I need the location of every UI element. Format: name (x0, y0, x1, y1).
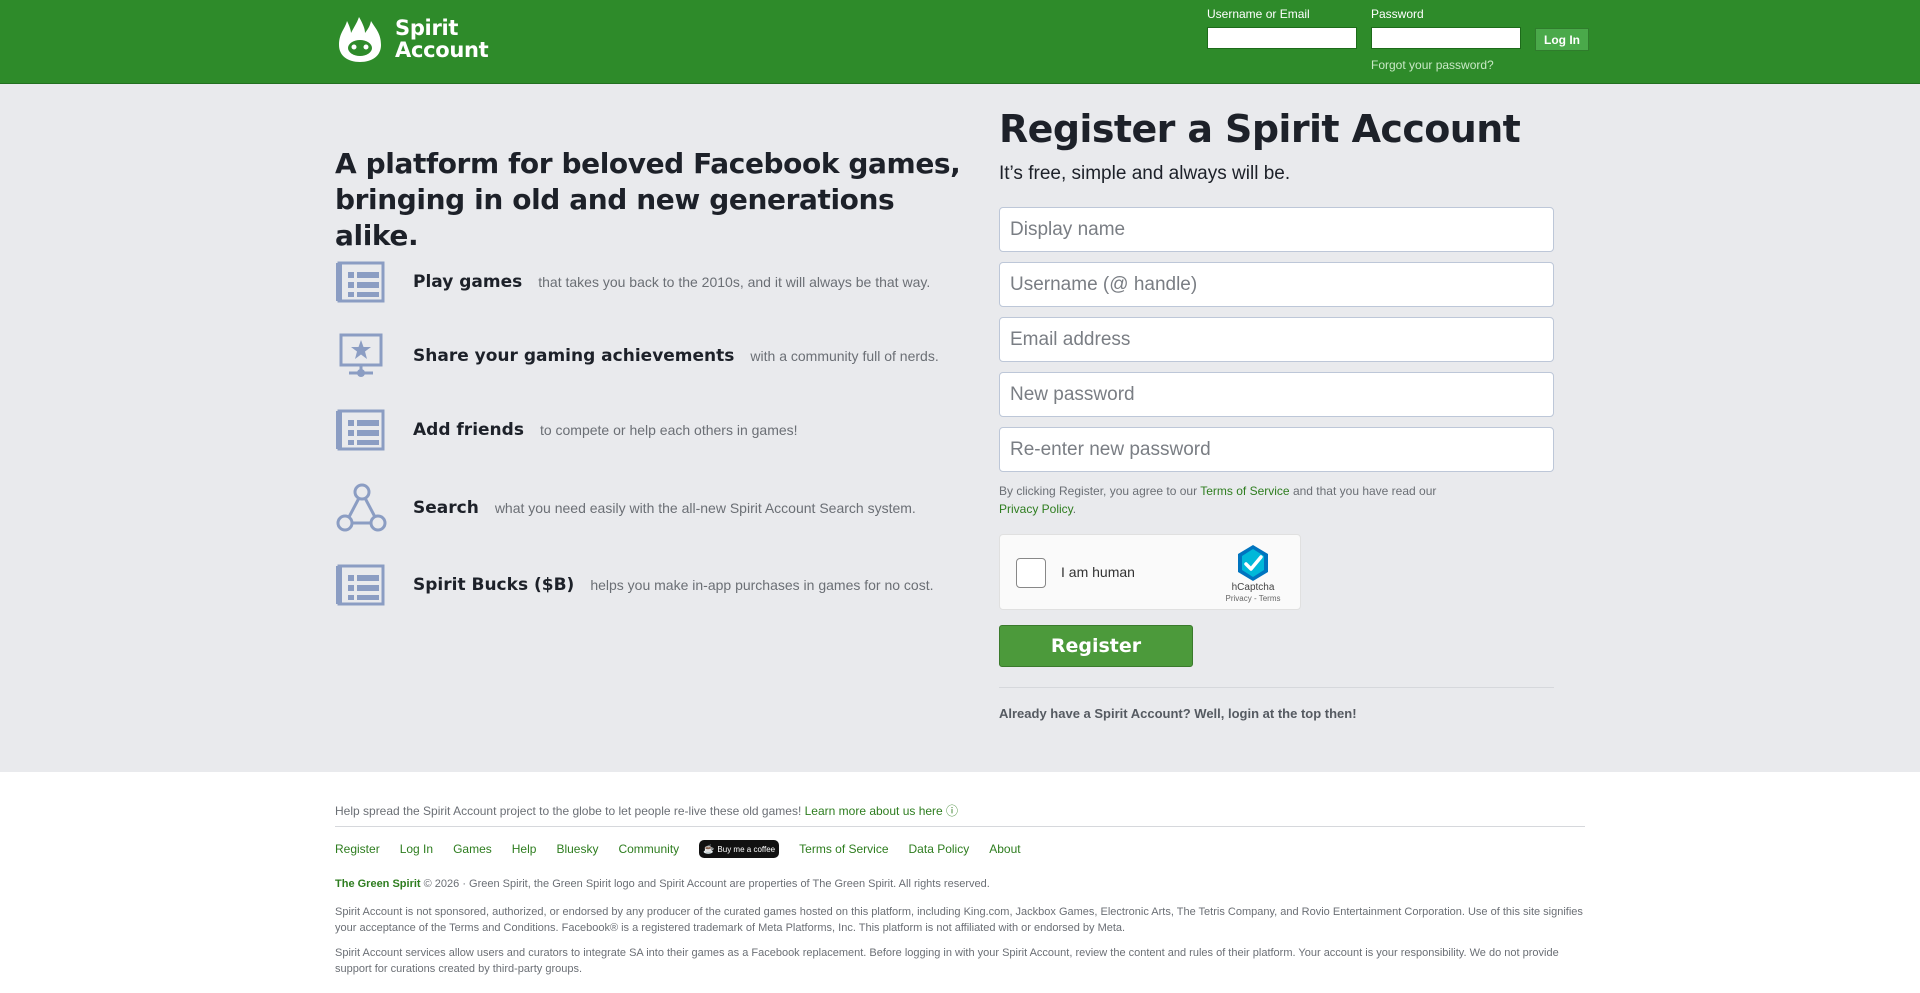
captcha-brand: hCaptcha (1231, 582, 1275, 593)
email-field[interactable] (999, 317, 1554, 362)
top-bar: Spirit Account Username or Email Passwor… (0, 0, 1920, 84)
display-name-field[interactable] (999, 207, 1554, 252)
feature-title: Add friends (413, 420, 524, 440)
promo-text: Help spread the Spirit Account project t… (335, 802, 958, 819)
forgot-password-link[interactable]: Forgot your password? (1371, 58, 1494, 72)
username-label: Username or Email (1207, 7, 1310, 21)
copyright: The Green Spirit © 2026 · Green Spirit, … (335, 878, 990, 890)
footer-link-register[interactable]: Register (335, 842, 380, 856)
feature-desc: what you need easily with the all-new Sp… (494, 500, 916, 516)
register-subtitle: It’s free, simple and always will be. (999, 163, 1291, 184)
footer-link-data-policy[interactable]: Data Policy (909, 842, 970, 856)
feature-desc: to compete or help each others in games! (539, 422, 798, 438)
promo-message: Help spread the Spirit Account project t… (335, 804, 802, 818)
reenter-password-field[interactable] (999, 427, 1554, 472)
copyright-brand[interactable]: The Green Spirit (335, 878, 421, 890)
logo-line-1: Spirit (395, 16, 459, 40)
feature-item: Search what you need easily with the all… (335, 483, 916, 533)
footer-link-help[interactable]: Help (512, 842, 537, 856)
footer-link-login[interactable]: Log In (400, 842, 433, 856)
footer-link-terms[interactable]: Terms of Service (799, 842, 888, 856)
new-password-field[interactable] (999, 372, 1554, 417)
coffee-label: Buy me a coffee (717, 844, 776, 854)
list-icon (335, 405, 387, 455)
disclaimer-services: Spirit Account services allow users and … (335, 947, 1559, 975)
footer-divider (335, 826, 1585, 827)
captcha-links[interactable]: Privacy - Terms (1218, 594, 1288, 603)
footer-link-about[interactable]: About (989, 842, 1020, 856)
password-label: Password (1371, 7, 1424, 21)
footer-link-games[interactable]: Games (453, 842, 492, 856)
tagline: A platform for beloved Facebook games, b… (335, 147, 961, 252)
terms-of-service-link[interactable]: Terms of Service (1200, 484, 1289, 498)
learn-more-link[interactable]: Learn more about us here ⓘ (805, 804, 958, 818)
copyright-text: © 2026 · Green Spirit, the Green Spirit … (423, 878, 990, 890)
terms-prefix: By clicking Register, you agree to our (999, 484, 1198, 498)
already-have-account: Already have a Spirit Account? Well, log… (999, 706, 1357, 721)
footer-link-community[interactable]: Community (618, 842, 679, 856)
list-icon (335, 257, 387, 307)
feature-item: Play games that takes you back to the 20… (335, 257, 930, 307)
coffee-cup-icon: ☕ (703, 843, 715, 854)
feature-title: Spirit Bucks ($B) (413, 575, 575, 595)
divider (999, 687, 1554, 688)
register-button[interactable]: Register (999, 625, 1193, 667)
disclaimer-sponsorship: Spirit Account is not sponsored, authori… (335, 906, 1583, 934)
terms-notice: By clicking Register, you agree to our T… (999, 482, 1439, 518)
feature-desc: helps you make in-app purchases in games… (590, 577, 934, 593)
captcha-checkbox[interactable] (1016, 558, 1046, 588)
privacy-policy-link[interactable]: Privacy Policy (999, 502, 1073, 516)
username-group: Username or Email (1207, 7, 1357, 49)
username-input[interactable] (1207, 27, 1357, 49)
terms-suffix: . (1072, 502, 1077, 516)
captcha-widget: I am human hCaptcha Privacy - Terms (999, 534, 1301, 610)
monitor-star-icon (335, 331, 387, 381)
captcha-label: I am human (1061, 564, 1135, 580)
buy-me-a-coffee-button[interactable]: ☕ Buy me a coffee (699, 840, 780, 858)
network-icon (335, 483, 387, 533)
feature-desc: with a community full of nerds. (750, 348, 939, 364)
list-icon (335, 560, 387, 610)
footer: Help spread the Spirit Account project t… (0, 772, 1920, 993)
feature-desc: that takes you back to the 2010s, and it… (538, 274, 931, 290)
logo-line-2: Account (395, 38, 489, 62)
feature-title: Play games (413, 272, 523, 292)
password-group: Password (1371, 7, 1521, 49)
register-title: Register a Spirit Account (999, 107, 1521, 151)
logo-text: Spirit Account (395, 16, 489, 62)
password-input[interactable] (1371, 27, 1521, 49)
login-button[interactable]: Log In (1535, 28, 1589, 51)
flame-logo-icon (339, 17, 381, 62)
username-field[interactable] (999, 262, 1554, 307)
footer-nav: Register Log In Games Help Bluesky Commu… (335, 837, 1041, 861)
feature-title: Share your gaming achievements (413, 346, 735, 366)
feature-title: Search (413, 498, 479, 518)
footer-link-bluesky[interactable]: Bluesky (556, 842, 598, 856)
hcaptcha-logo-icon (1238, 545, 1268, 581)
feature-item: Spirit Bucks ($B) helps you make in-app … (335, 560, 934, 610)
terms-middle: and that you have read our (1292, 484, 1437, 498)
feature-item: Add friends to compete or help each othe… (335, 405, 798, 455)
feature-item: Share your gaming achievements with a co… (335, 331, 939, 381)
logo[interactable]: Spirit Account (335, 15, 489, 63)
